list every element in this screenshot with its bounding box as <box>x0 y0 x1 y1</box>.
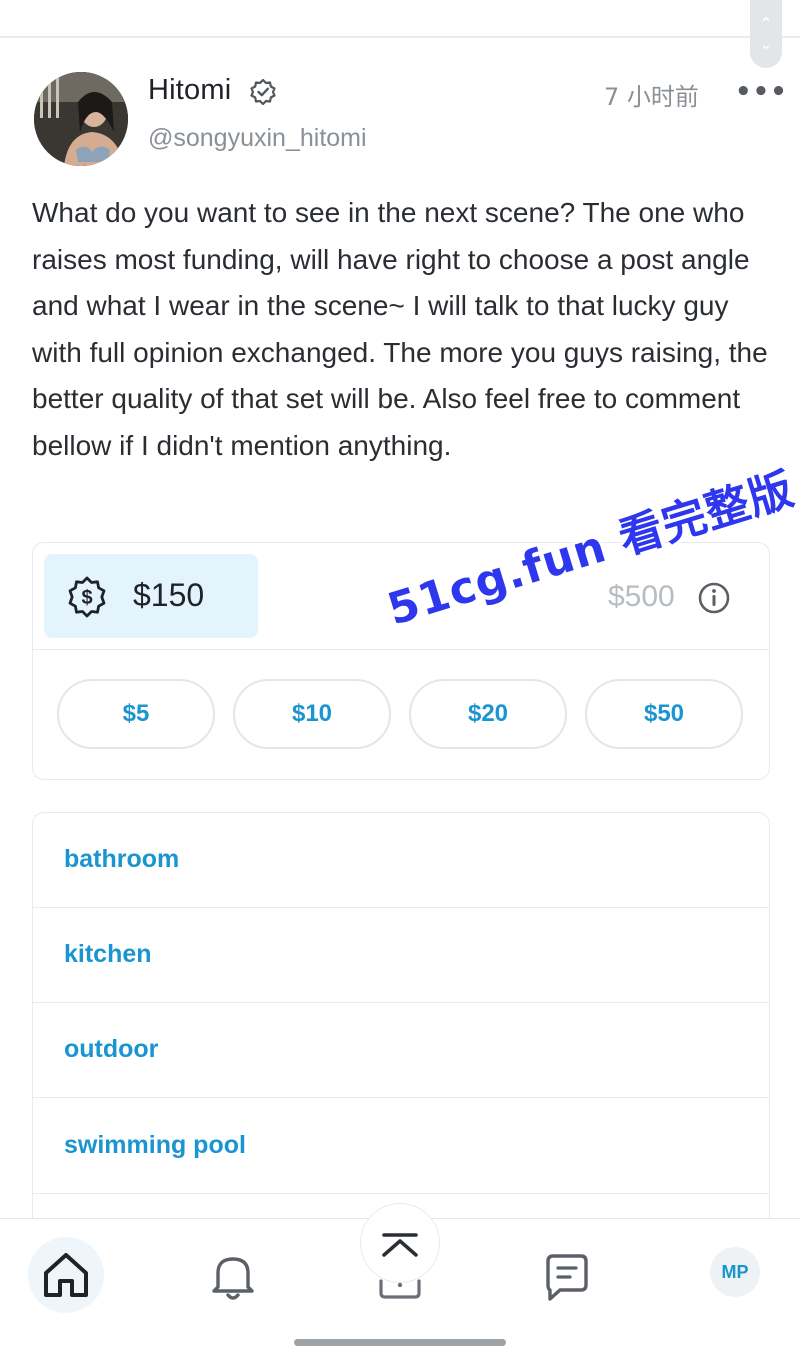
author-avatar[interactable] <box>34 72 128 166</box>
arrow-up-to-top-icon[interactable] <box>376 1229 424 1299</box>
funding-badge-icon: $ <box>68 576 106 618</box>
more-horizontal-icon[interactable]: ••• <box>735 79 788 105</box>
message-icon[interactable] <box>542 1251 592 1303</box>
poll-options-card: bathroom kitchen outdoor swimming pool <box>32 812 770 1232</box>
poll-option-kitchen[interactable]: kitchen <box>33 908 769 1003</box>
svg-text:$: $ <box>81 587 92 609</box>
poll-option-outdoor[interactable]: outdoor <box>33 1003 769 1098</box>
info-icon[interactable] <box>697 581 731 615</box>
profile-avatar[interactable]: MP <box>710 1247 760 1297</box>
bell-icon[interactable] <box>206 1249 260 1303</box>
amount-button-50[interactable]: $50 <box>585 679 743 749</box>
amount-button-10[interactable]: $10 <box>233 679 391 749</box>
amount-button-20[interactable]: $20 <box>409 679 567 749</box>
verified-badge-icon <box>250 78 276 106</box>
funding-divider <box>33 649 769 650</box>
author-handle[interactable]: @songyuxin_hitomi <box>148 124 367 153</box>
amount-button-5[interactable]: $5 <box>57 679 215 749</box>
poll-option-bathroom[interactable]: bathroom <box>33 813 769 908</box>
chevron-down-icon[interactable]: ⌄ <box>759 36 772 52</box>
chevron-up-icon[interactable]: ⌃ <box>759 16 772 32</box>
goal-amount: $500 <box>608 580 675 613</box>
raised-amount-box: $ $150 <box>44 554 258 638</box>
home-icon[interactable] <box>40 1249 92 1301</box>
poll-option-label: bathroom <box>64 845 180 873</box>
post-timestamp: 7 小时前 <box>604 83 699 111</box>
raised-amount: $150 <box>133 577 205 613</box>
top-divider <box>0 36 800 38</box>
bottom-navigation: MP <box>0 1203 800 1357</box>
scroll-nav-widget[interactable]: ⌃ ⌄ <box>750 0 782 68</box>
poll-option-label: kitchen <box>64 940 152 968</box>
poll-option-swimming-pool[interactable]: swimming pool <box>33 1099 769 1194</box>
post-text: What do you want to see in the next scen… <box>32 197 768 461</box>
author-name[interactable]: Hitomi <box>148 74 231 107</box>
poll-option-label: outdoor <box>64 1035 159 1063</box>
home-indicator-bar <box>294 1339 506 1346</box>
poll-option-label: swimming pool <box>64 1131 246 1159</box>
